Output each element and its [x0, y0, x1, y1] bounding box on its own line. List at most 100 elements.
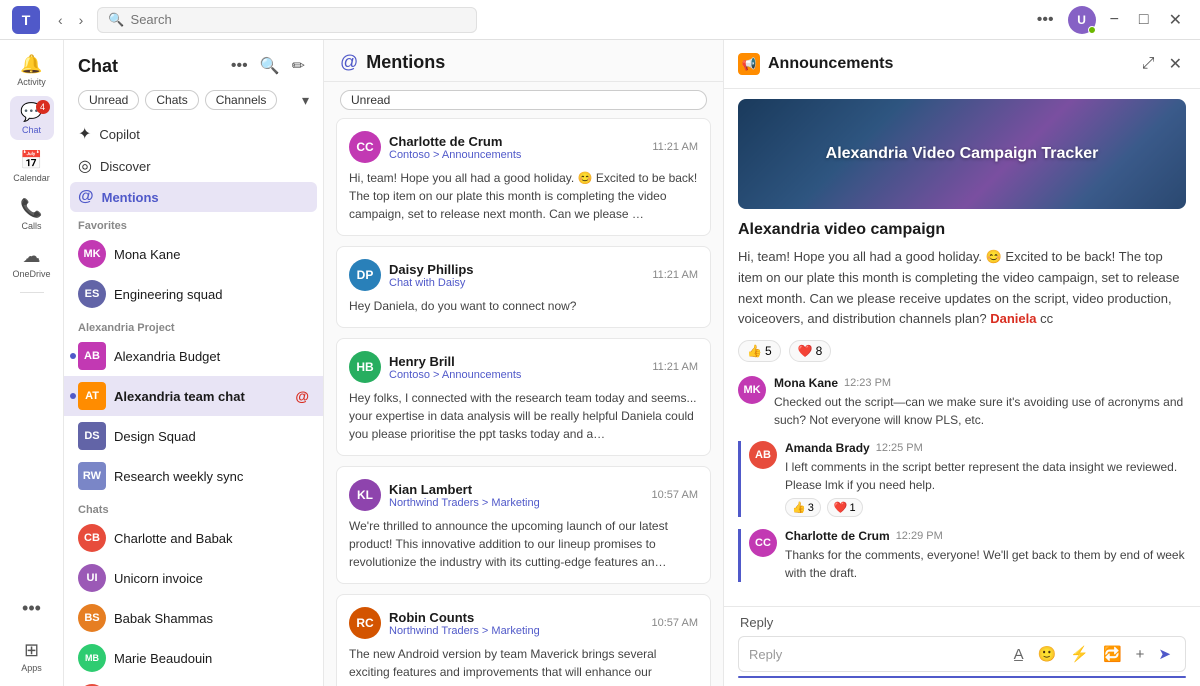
amanda-reaction-thumbsup[interactable]: 👍 3 [785, 498, 821, 517]
right-header-actions: ⤢ ✕ [1138, 50, 1186, 78]
search-bar[interactable]: 🔍 [97, 7, 477, 33]
list-item-unicorn[interactable]: UI Unicorn invoice [64, 558, 323, 598]
mention-card-3-header: HB Henry Brill Contoso > Announcements 1… [349, 351, 698, 383]
mention-card-1[interactable]: CC Charlotte de Crum Contoso > Announcem… [336, 118, 711, 236]
panel-more-button[interactable]: ••• [227, 52, 252, 80]
nav-discover-label: Discover [100, 159, 151, 174]
list-item-babak[interactable]: BS Babak Shammas [64, 598, 323, 638]
alexteam-avatar: AT [78, 382, 106, 410]
list-item-alexbudget[interactable]: AB Alexandria Budget [64, 336, 323, 376]
amanda-heart-count: 1 [850, 502, 856, 514]
reply-box: Reply A̲ 🙂 ⚡ 🔁 + ➤ [724, 606, 1200, 686]
format-button[interactable]: A̲ [1010, 644, 1028, 665]
chat-list: Favorites MK Mona Kane ES Engineering sq… [64, 212, 323, 686]
mention-1-source: Contoso > Announcements [389, 149, 521, 161]
list-item-alexteam[interactable]: AT Alexandria team chat @ [64, 376, 323, 416]
unread-badge[interactable]: Unread [340, 90, 707, 110]
babak-name: Babak Shammas [114, 611, 309, 626]
list-item-engineering[interactable]: ES Engineering squad [64, 274, 323, 314]
amanda-reaction-heart[interactable]: ❤️ 1 [827, 498, 863, 517]
bullet-active-indicator [70, 393, 76, 399]
apps-label: Apps [21, 663, 42, 673]
minimize-button[interactable]: − [1104, 7, 1125, 33]
filter-unread[interactable]: Unread [78, 90, 139, 110]
mentions-icon: @ [78, 188, 94, 206]
reaction-thumbs-up[interactable]: 👍 5 [738, 340, 781, 362]
more-button[interactable]: ••• [1031, 7, 1060, 33]
calls-label: Calls [21, 221, 41, 231]
attach-button[interactable]: ⚡ [1066, 643, 1093, 665]
copilot-icon: ✦ [78, 124, 91, 144]
list-item-mona[interactable]: MK Mona Kane [64, 234, 323, 274]
nav-discover[interactable]: ◎ Discover [70, 150, 317, 182]
mention-3-info: Henry Brill Contoso > Announcements [389, 354, 521, 381]
mention-card-4[interactable]: KL Kian Lambert Northwind Traders > Mark… [336, 466, 711, 584]
filter-dropdown-button[interactable]: ▾ [302, 90, 309, 110]
mention-card-2[interactable]: DP Daisy Phillips Chat with Daisy 11:21 … [336, 246, 711, 328]
reply-toolbar: A̲ 🙂 ⚡ 🔁 + ➤ [1010, 643, 1175, 665]
panel-compose-button[interactable]: ✏ [288, 52, 309, 80]
back-button[interactable]: ‹ [52, 8, 69, 32]
titlebar: T ‹ › 🔍 ••• U − □ ✕ [0, 0, 1200, 40]
send-button[interactable]: ➤ [1154, 643, 1175, 665]
list-item-design[interactable]: DS Design Squad [64, 416, 323, 456]
middle-header: @ Mentions [324, 40, 723, 82]
mention-card-4-header: KL Kian Lambert Northwind Traders > Mark… [349, 479, 698, 511]
forward-button[interactable]: › [73, 8, 90, 32]
loop-button[interactable]: 🔁 [1099, 643, 1126, 665]
pop-out-button[interactable]: ⤢ [1138, 50, 1159, 78]
close-button[interactable]: ✕ [1163, 6, 1188, 34]
engineering-avatar: ES [78, 280, 106, 308]
filter-channels[interactable]: Channels [205, 90, 278, 110]
nav-mentions[interactable]: @ Mentions [70, 182, 317, 212]
mention-3-name: Henry Brill [389, 354, 521, 369]
maximize-button[interactable]: □ [1133, 7, 1155, 33]
sidebar-item-calls[interactable]: 📞 Calls [10, 192, 54, 236]
reply-input[interactable] [749, 647, 1002, 662]
sidebar-item-activity[interactable]: 🔔 Activity [10, 48, 54, 92]
favorites-label: Favorites [64, 212, 323, 234]
mona-avatar: MK [78, 240, 106, 268]
onedrive-icon: ☁ [23, 246, 41, 267]
user-avatar[interactable]: U [1068, 6, 1096, 34]
mention-4-text: We're thrilled to announce the upcoming … [349, 517, 698, 571]
mention-5-text: The new Android version by team Maverick… [349, 645, 698, 681]
list-item-research[interactable]: RW Research weekly sync [64, 456, 323, 496]
sidebar-item-onedrive[interactable]: ☁ OneDrive [10, 240, 54, 284]
panel-search-button[interactable]: 🔍 [256, 52, 284, 80]
mention-list: CC Charlotte de Crum Contoso > Announcem… [324, 118, 723, 686]
reply-input-row: A̲ 🙂 ⚡ 🔁 + ➤ [738, 636, 1186, 672]
mention-card-3[interactable]: HB Henry Brill Contoso > Announcements 1… [336, 338, 711, 456]
announcement-cc: cc [1036, 311, 1053, 326]
reaction-heart[interactable]: ❤️ 8 [789, 340, 832, 362]
sidebar-item-more[interactable]: ••• [10, 586, 54, 630]
sidebar-item-chat[interactable]: 4 💬 Chat [10, 96, 54, 140]
mention-2-name: Daisy Phillips [389, 262, 474, 277]
sidebar-item-calendar[interactable]: 📅 Calendar [10, 144, 54, 188]
calendar-icon: 📅 [20, 150, 42, 171]
mention-card-5[interactable]: RC Robin Counts Northwind Traders > Mark… [336, 594, 711, 686]
announcements-icon: 📢 [738, 53, 760, 75]
close-announcements-button[interactable]: ✕ [1165, 50, 1186, 78]
announcements-title: Announcements [768, 55, 1130, 73]
emoji-button[interactable]: 🙂 [1034, 643, 1061, 665]
nav-copilot[interactable]: ✦ Copilot [70, 118, 317, 150]
list-item-amanda[interactable]: AB Amanda Brady [64, 678, 323, 686]
left-panel: Chat ••• 🔍 ✏ Unread Chats Channels ▾ ✦ C… [64, 40, 324, 686]
list-item-marie[interactable]: MB Marie Beaudouin [64, 638, 323, 678]
unicorn-avatar: UI [78, 564, 106, 592]
mention-2-avatar: DP [349, 259, 381, 291]
sidebar-item-apps[interactable]: ⊞ Apps [10, 634, 54, 678]
mention-2-info: Daisy Phillips Chat with Daisy [389, 262, 474, 289]
mentions-header-icon: @ [340, 52, 358, 73]
add-button[interactable]: + [1132, 644, 1149, 665]
mention-3-time: 11:21 AM [652, 361, 698, 373]
mona-comment-header: Mona Kane 12:23 PM [774, 376, 1186, 390]
charlotte-babak-avatar: CB [78, 524, 106, 552]
app-logo-icon: T [22, 12, 31, 28]
filter-chats[interactable]: Chats [145, 90, 198, 110]
search-input[interactable] [131, 12, 467, 27]
list-item-charlotte-babak[interactable]: CB Charlotte and Babak [64, 518, 323, 558]
announcement-post-text: Hi, team! Hope you all had a good holida… [738, 247, 1186, 330]
thumbs-up-count: 5 [765, 344, 772, 358]
